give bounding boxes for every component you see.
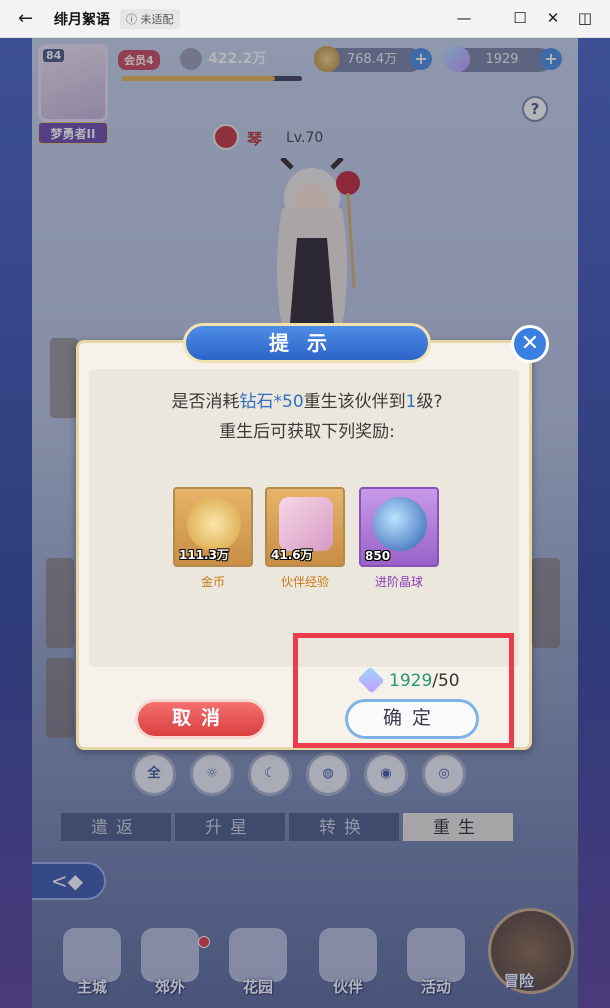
gold-coin-icon [187, 497, 241, 551]
reward-exp[interactable]: 41.6万 [265, 487, 345, 567]
right-letterbox [578, 38, 610, 1008]
reward-name: 伙伴经验 [280, 575, 329, 589]
dialog-title: 提示 [183, 323, 431, 363]
reward-name: 金币 [200, 575, 225, 589]
reward-gold[interactable]: 111.3万 [173, 487, 253, 567]
question-mid: 重生该伙伴到 [303, 392, 406, 412]
reward-amount: 41.6万 [271, 548, 313, 562]
dialog-close-icon[interactable]: ✕ [511, 325, 549, 363]
reward-amount: 111.3万 [179, 548, 229, 562]
reward-name: 进阶晶球 [374, 575, 423, 589]
question-cost: 钻石*50 [239, 392, 304, 412]
reward-crystal[interactable]: 850 [359, 487, 439, 567]
left-letterbox [0, 38, 32, 1008]
question-suffix: 级? [416, 392, 443, 412]
reward-amount: 850 [365, 549, 391, 563]
minimize-icon[interactable]: — [454, 9, 474, 27]
compat-badge: ⓘ 未适配 [120, 8, 180, 29]
rewards-subtitle: 重生后可获取下列奖励: [219, 422, 395, 442]
cancel-button[interactable]: 取消 [135, 699, 267, 739]
question-prefix: 是否消耗 [171, 392, 240, 412]
crystal-ball-icon [373, 497, 427, 551]
window-titlebar: ← 绯月絮语 ⓘ 未适配 — ☐ ✕ ◫ [0, 0, 610, 38]
rebirth-question: 是否消耗钻石*50重生该伙伴到1级? [79, 387, 535, 412]
close-icon[interactable]: ✕ [543, 9, 563, 27]
question-level: 1 [405, 392, 417, 412]
window-title: 绯月絮语 [54, 11, 110, 28]
maximize-icon[interactable]: ☐ [510, 9, 530, 27]
sidebar-icon[interactable]: ◫ [575, 9, 595, 27]
highlight-box [293, 633, 514, 748]
back-arrow-icon[interactable]: ← [18, 8, 48, 29]
exp-heart-icon [279, 497, 333, 551]
